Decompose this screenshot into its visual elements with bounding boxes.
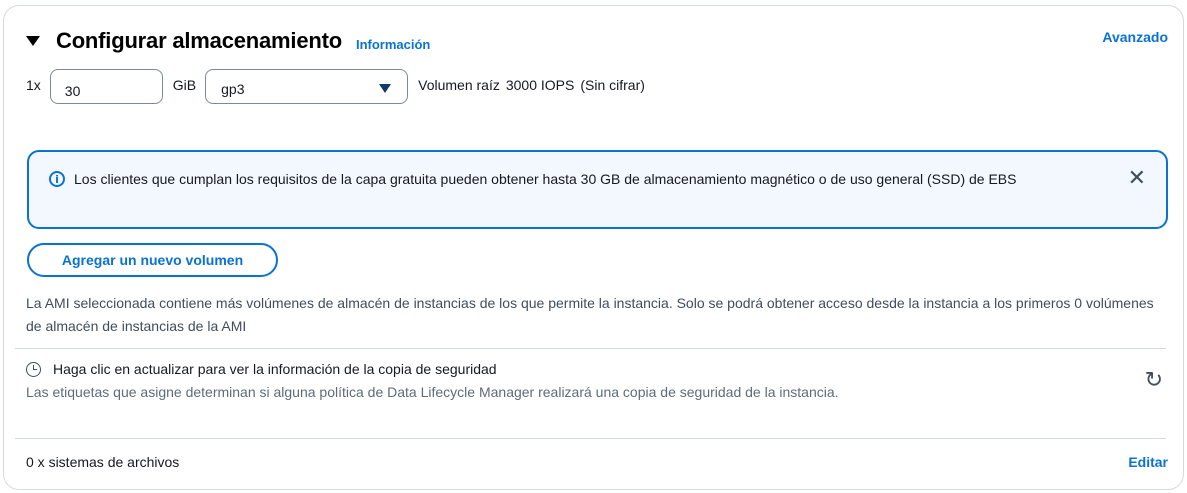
divider — [15, 438, 1166, 439]
refresh-icon[interactable]: ↻ — [1145, 368, 1163, 393]
file-systems-label: 0 x sistemas de archivos — [26, 454, 180, 470]
info-link[interactable]: Información — [356, 37, 430, 52]
backup-title: Haga clic en actualizar para ver la info… — [53, 361, 497, 377]
section-title: Configurar almacenamiento — [56, 28, 342, 53]
volume-size-input[interactable] — [49, 69, 163, 104]
ami-note: La AMI seleccionada contiene más volúmen… — [26, 295, 1154, 334]
volume-type-select[interactable]: gp3 — [205, 69, 409, 104]
volume-iops: 3000 IOPS — [505, 77, 575, 93]
alert-text: Los clientes que cumplan los requisitos … — [74, 171, 1017, 187]
backup-header: Haga clic en actualizar para ver la info… — [26, 361, 906, 377]
storage-panel: Configurar almacenamiento Información Av… — [3, 5, 1184, 490]
volume-root-label: Volumen raíz — [418, 77, 500, 93]
dropdown-caret-icon — [379, 84, 392, 93]
volume-description: Volumen raíz 3000 IOPS (Sin cifrar) — [418, 77, 645, 93]
volume-multiplier: 1x — [26, 77, 41, 93]
root-volume-row: 1x GiB gp3 Volumen raíz 3000 IOPS (Sin c… — [26, 69, 645, 104]
backup-info: Haga clic en actualizar para ver la info… — [26, 361, 906, 403]
volume-type-value: gp3 — [221, 80, 245, 97]
free-tier-alert: i Los clientes que cumplan los requisito… — [27, 150, 1168, 229]
close-icon[interactable]: ✕ — [1128, 166, 1146, 191]
advanced-link[interactable]: Avanzado — [1102, 29, 1168, 45]
clock-icon — [26, 361, 41, 377]
size-unit-label: GiB — [172, 77, 197, 93]
info-icon: i — [49, 171, 65, 187]
section-header: Configurar almacenamiento Información — [26, 28, 430, 54]
divider — [15, 348, 1166, 349]
caret-down-icon[interactable] — [26, 36, 40, 46]
backup-description: Las etiquetas que asigne determinan si a… — [26, 384, 839, 400]
add-volume-button[interactable]: Agregar un nuevo volumen — [27, 243, 278, 277]
edit-file-systems-link[interactable]: Editar — [1128, 454, 1168, 470]
volume-encryption: (Sin cifrar) — [580, 77, 645, 93]
